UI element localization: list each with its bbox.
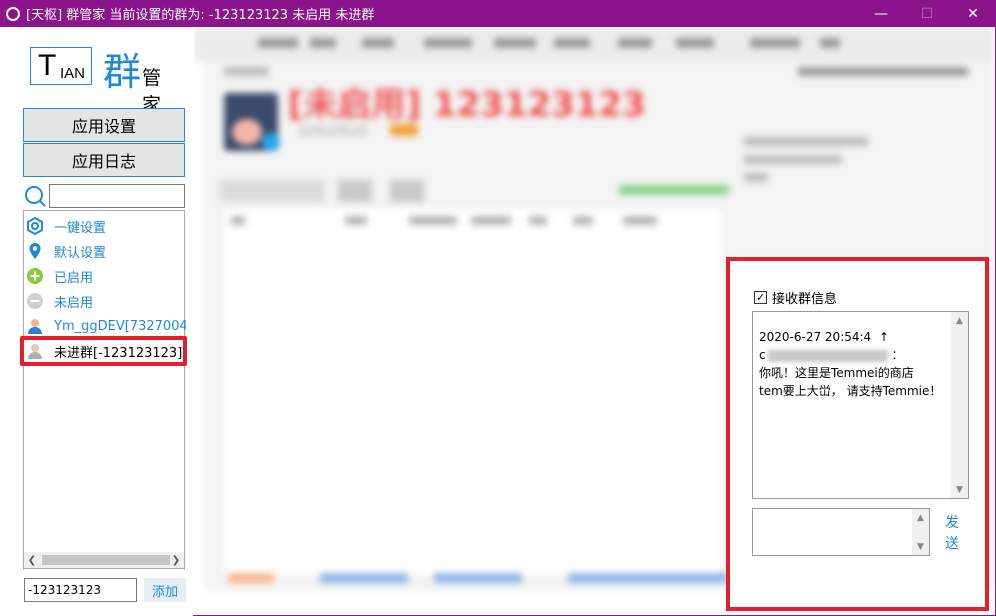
sender-suffix: ：	[891, 348, 904, 362]
checkbox-label: 接收群信息	[772, 292, 838, 307]
app-icon	[6, 6, 20, 21]
message-input-scrollbar[interactable]: ▲ ▼	[912, 509, 929, 555]
location-pin-icon	[26, 242, 44, 260]
tree-item-label: 默认设置	[54, 245, 107, 261]
selection-highlight	[20, 336, 187, 366]
user-icon	[26, 317, 44, 335]
close-button[interactable]: ✕	[950, 0, 996, 27]
hexagon-gear-icon	[26, 217, 44, 235]
up-arrow-icon: ↑	[879, 330, 890, 344]
group-avatar	[224, 93, 280, 151]
tree-item-group-ym[interactable]: Ym_ggDEV[7327004	[24, 314, 186, 338]
message-entry: 2020-6-27 20:54:4 ↑ c ： 你吼！这里是Temmei的商店 …	[759, 328, 954, 400]
sender-prefix: c	[759, 348, 766, 362]
group-message-panel: ✓ 接收群信息 2020-6-27 20:54:4 ↑ c ： 你吼！这里是Te…	[726, 257, 989, 611]
message-line: tem要上大峃， 请支持Temmie！	[759, 384, 942, 398]
checkbox-box[interactable]: ✓	[754, 291, 767, 304]
message-line: 你吼！这里是Temmei的商店	[759, 366, 914, 380]
scroll-down-arrow-icon[interactable]: ▼	[912, 538, 929, 555]
tree-item-label: 未启用	[54, 295, 94, 311]
tree-item-label: Ym_ggDEV[7327004	[54, 318, 186, 334]
tree-item-enabled[interactable]: 已启用	[24, 264, 186, 288]
scroll-thumb[interactable]	[42, 555, 170, 565]
tree-item-one-click-settings[interactable]: 一键设置	[24, 214, 186, 238]
window-title: [天枢] 群管家 当前设置的群为: -123123123 未启用 未进群	[26, 8, 375, 23]
title-bar: [天枢] 群管家 当前设置的群为: -123123123 未启用 未进群 — ☐…	[0, 0, 996, 27]
group-id-input[interactable]: -123123123	[24, 578, 137, 602]
group-title: [未启用] 123123123	[288, 85, 646, 125]
tree-item-label: 已启用	[54, 270, 94, 286]
sender-name-redacted	[767, 349, 888, 362]
search-icon[interactable]	[24, 185, 46, 207]
message-log-scrollbar[interactable]: ▲ ▼	[951, 312, 968, 498]
logo-t: T	[38, 49, 57, 82]
message-time: 2020-6-27 20:54:4	[759, 330, 872, 344]
logo-qun: 群	[103, 50, 142, 94]
grey-minus-icon	[26, 292, 44, 310]
minimize-button[interactable]: —	[858, 0, 904, 27]
receive-messages-checkbox[interactable]: ✓ 接收群信息	[754, 288, 837, 307]
send-button[interactable]: 发送	[942, 513, 962, 555]
tree-horizontal-scrollbar[interactable]: ❮ ❯	[23, 552, 185, 569]
scroll-right-arrow-icon[interactable]: ❯	[168, 552, 184, 568]
scroll-up-arrow-icon[interactable]: ▲	[951, 312, 968, 329]
scroll-up-arrow-icon[interactable]: ▲	[912, 509, 929, 526]
member-list	[222, 207, 724, 577]
group-tree: 一键设置 默认设置 已启用 未启用 Ym_ggDEV[7327004 未进群[-…	[23, 210, 186, 570]
scroll-down-arrow-icon[interactable]: ▼	[951, 481, 968, 498]
logo-ian: IAN	[60, 65, 86, 82]
green-plus-icon	[26, 267, 44, 285]
tab-bar	[194, 27, 994, 61]
add-button[interactable]: 添加	[144, 578, 186, 602]
app-settings-button[interactable]: 应用设置	[23, 108, 185, 142]
tree-item-label: 一键设置	[54, 220, 107, 236]
message-input[interactable]: ▲ ▼	[752, 508, 930, 556]
search-input[interactable]	[49, 184, 185, 208]
tree-item-disabled[interactable]: 未启用	[24, 289, 186, 313]
message-log[interactable]: 2020-6-27 20:54:4 ↑ c ： 你吼！这里是Temmei的商店 …	[752, 311, 969, 499]
scroll-left-arrow-icon[interactable]: ❮	[24, 552, 40, 568]
group-id: 123123123	[298, 124, 367, 138]
maximize-button[interactable]: ☐	[904, 0, 950, 27]
app-log-button[interactable]: 应用日志	[23, 143, 185, 177]
tree-item-default-settings[interactable]: 默认设置	[24, 239, 186, 263]
